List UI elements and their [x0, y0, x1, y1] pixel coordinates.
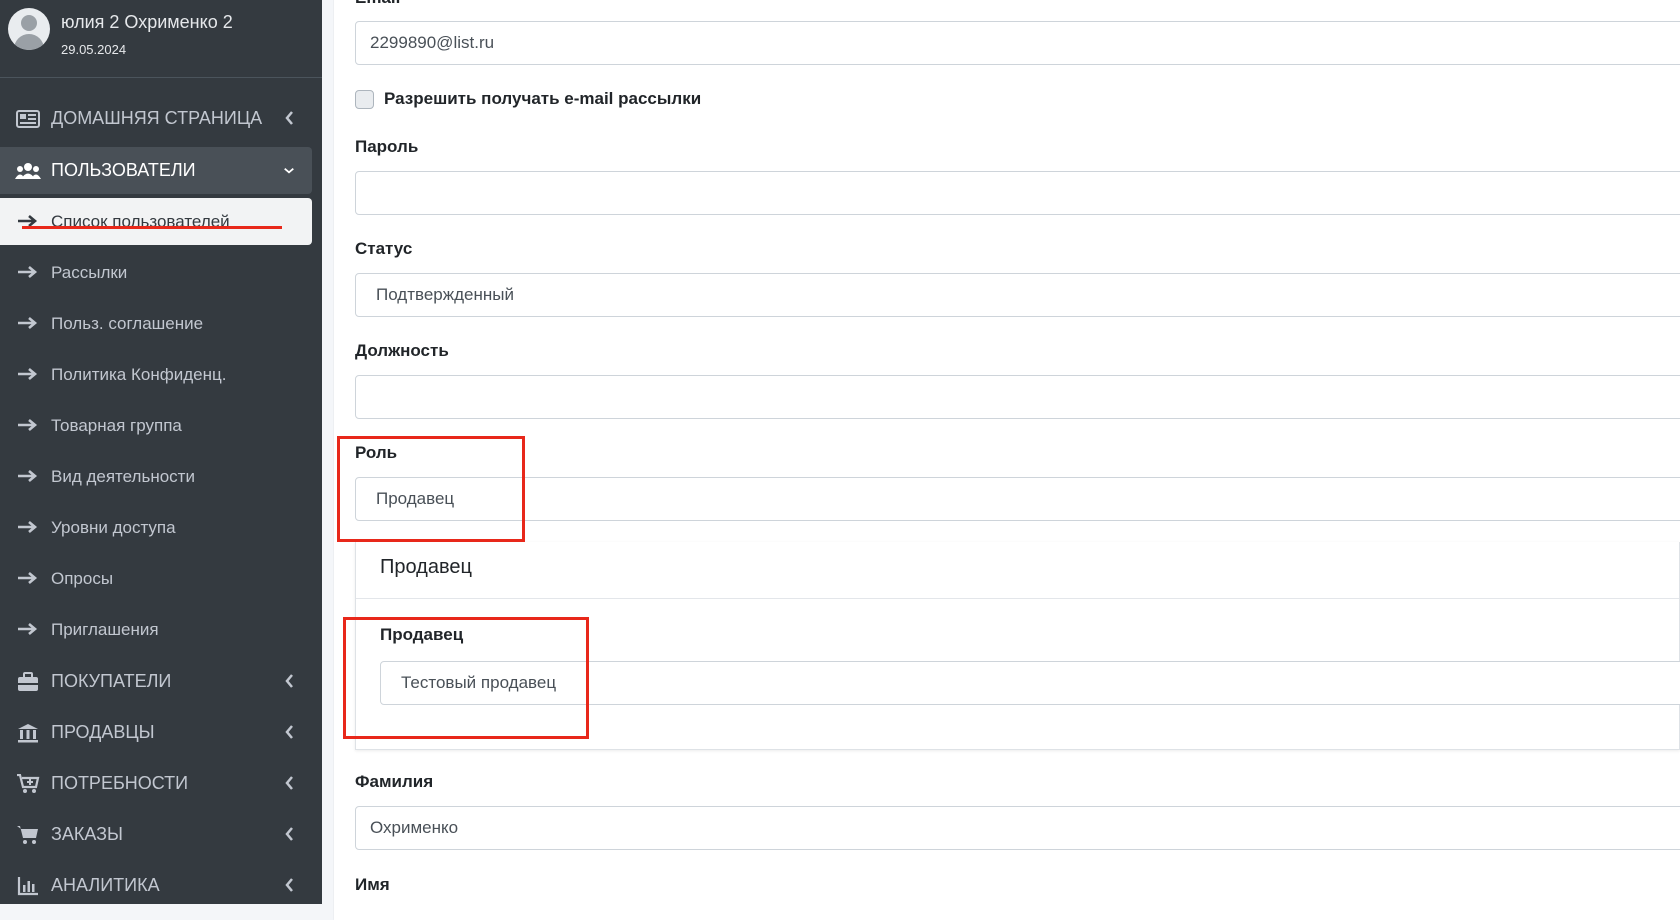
newsletter-checkbox[interactable]	[355, 90, 374, 109]
user-date: 29.05.2024	[61, 42, 127, 57]
sidebar-item-user-agreement[interactable]: Польз. соглашение	[0, 300, 312, 347]
role-select[interactable]: Продавец	[355, 477, 1680, 521]
arrow-right-icon	[17, 621, 39, 635]
cart-plus-icon	[15, 773, 41, 795]
chevron-left-icon	[284, 876, 294, 894]
user-name[interactable]: юлия 2 Охрименко 2	[61, 12, 233, 33]
nav-item-label: ПОТРЕБНОСТИ	[51, 773, 189, 793]
sidebar-item-access-levels[interactable]: Уровни доступа	[0, 504, 312, 551]
dropdown-divider	[356, 598, 1679, 599]
role-dropdown-option[interactable]: Продавец	[380, 556, 472, 579]
nav-item-analytics[interactable]: АНАЛИТИКА	[0, 862, 312, 904]
email-input[interactable]: 2299890@list.ru	[355, 21, 1680, 65]
sidebar-item-user-list[interactable]: Список пользователей	[0, 198, 312, 245]
newsletter-label[interactable]: Разрешить получать e-mail рассылки	[384, 89, 701, 109]
red-box-annotation-seller	[343, 617, 589, 739]
avatar[interactable]	[8, 8, 50, 50]
sidebar-item-product-group[interactable]: Товарная группа	[0, 402, 312, 449]
arrow-right-icon	[17, 417, 39, 431]
chevron-left-icon	[284, 723, 294, 741]
arrow-right-icon	[17, 570, 39, 584]
red-underline-annotation	[22, 226, 282, 229]
arrow-right-icon	[17, 315, 39, 329]
password-input[interactable]	[355, 171, 1680, 215]
bank-icon	[15, 722, 41, 744]
arrow-right-icon	[17, 519, 39, 533]
red-box-annotation-role	[337, 436, 525, 542]
arrow-right-icon	[17, 366, 39, 380]
user-form-card	[334, 0, 1680, 920]
chevron-left-icon	[284, 672, 294, 690]
chevron-down-icon	[284, 161, 294, 179]
chevron-left-icon	[284, 109, 294, 127]
bar-chart-icon	[15, 875, 41, 897]
status-label: Статус	[355, 239, 413, 258]
nav-item-label: АНАЛИТИКА	[51, 875, 160, 895]
lastname-input[interactable]: Охрименко	[355, 806, 1680, 850]
briefcase-icon	[15, 671, 41, 693]
nav-item-sellers[interactable]: ПРОДАВЦЫ	[0, 709, 312, 756]
sidebar-item-invitations[interactable]: Приглашения	[0, 606, 312, 653]
arrow-right-icon	[17, 468, 39, 482]
sidebar-item-privacy-policy[interactable]: Политика Конфиденц.	[0, 351, 312, 398]
sidebar-item-activity-type[interactable]: Вид деятельности	[0, 453, 312, 500]
sidebar-item-label: Политика Конфиденц.	[51, 365, 227, 384]
sidebar-item-label: Рассылки	[51, 263, 128, 282]
chevron-left-icon	[284, 774, 294, 792]
firstname-label: Имя	[355, 875, 390, 894]
newspaper-icon	[15, 108, 41, 130]
cart-icon	[15, 824, 41, 846]
position-label: Должность	[355, 341, 449, 360]
sidebar-item-label: Вид деятельности	[51, 467, 195, 486]
password-label: Пароль	[355, 137, 419, 156]
lastname-label: Фамилия	[355, 772, 434, 791]
sidebar: юлия 2 Охрименко 2 29.05.2024 ДОМАШНЯЯ С…	[0, 0, 322, 904]
nav-item-label: ДОМАШНЯЯ СТРАНИЦА	[51, 108, 263, 128]
nav-item-label: ПОКУПАТЕЛИ	[51, 671, 172, 691]
main-content	[322, 0, 1680, 920]
nav-item-orders[interactable]: ЗАКАЗЫ	[0, 811, 312, 858]
nav-item-home[interactable]: ДОМАШНЯЯ СТРАНИЦА	[0, 95, 312, 142]
email-label: Email	[355, 0, 400, 8]
nav-item-label: ПОЛЬЗОВАТЕЛИ	[51, 160, 196, 180]
chevron-left-icon	[284, 825, 294, 843]
nav-item-label: ПРОДАВЦЫ	[51, 722, 155, 742]
arrow-right-icon	[17, 213, 39, 227]
users-icon	[15, 160, 41, 182]
sidebar-item-label: Опросы	[51, 569, 114, 588]
nav-item-label: ЗАКАЗЫ	[51, 824, 123, 844]
arrow-right-icon	[17, 264, 39, 278]
sidebar-item-newsletters[interactable]: Рассылки	[0, 249, 312, 296]
sidebar-item-surveys[interactable]: Опросы	[0, 555, 312, 602]
status-select[interactable]: Подтвержденный	[355, 273, 1680, 317]
position-input[interactable]	[355, 375, 1680, 419]
sidebar-item-label: Товарная группа	[51, 416, 182, 435]
nav-item-buyers[interactable]: ПОКУПАТЕЛИ	[0, 658, 312, 705]
nav-item-needs[interactable]: ПОТРЕБНОСТИ	[0, 760, 312, 807]
user-panel: юлия 2 Охрименко 2 29.05.2024	[0, 0, 322, 78]
sidebar-item-label: Польз. соглашение	[51, 314, 204, 333]
sidebar-item-label: Уровни доступа	[51, 518, 176, 537]
sidebar-item-label: Список пользователей	[51, 212, 230, 231]
nav-item-users[interactable]: ПОЛЬЗОВАТЕЛИ	[0, 147, 312, 194]
sidebar-item-label: Приглашения	[51, 620, 159, 639]
